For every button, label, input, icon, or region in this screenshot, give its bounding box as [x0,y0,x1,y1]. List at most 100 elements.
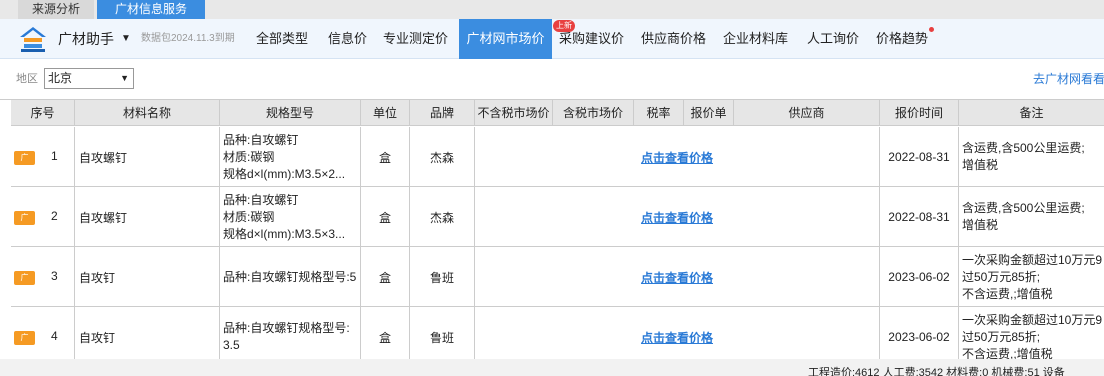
material-name: 自攻螺钉 [75,187,220,247]
price-cell: 点击查看价格 [475,247,880,307]
spec-cell: 品种:自攻螺钉规格型号:5 [220,247,361,307]
remark-cell: 一次采购金额超过10万元9 过50万元85折; 不含运费,;增值税 [959,307,1104,360]
col-header-supplier: 供应商 [734,100,880,126]
remark-line: 不含运费,;增值税 [962,286,1053,301]
brand: 杰森 [410,187,475,247]
nav-guangcai-market-price[interactable]: 广材网市场价 [459,19,552,59]
main-nav-bar: 广材助手 ▼ 数据包2024.11.3到期 全部类型 信息价 专业测定价 广材网… [0,19,1104,59]
tab-guangcai-info-service[interactable]: 广材信息服务 [97,0,205,19]
spec-cell: 品种:自攻螺钉规格型号: 3.5 [220,307,361,359]
nav-price-trend[interactable]: 价格趋势 [876,19,928,59]
row-no-cell: 广 3 [11,247,75,307]
cost-summary: 工程造价:4612 人工费:3542 材料费:0 机械费:51 设备 [808,367,1065,376]
col-header-brand: 品牌 [410,100,475,126]
col-header-no: 序号 [11,100,75,126]
row-no: 3 [51,269,58,283]
nav-all-types[interactable]: 全部类型 [256,19,308,59]
remark-line: 增值税 [962,158,999,172]
status-bar: 工程造价:4612 人工费:3542 材料费:0 机械费:51 设备 [0,364,1104,376]
nav-purchase-suggested-price[interactable]: 采购建议价 [559,19,624,59]
table-header-row: 序号 材料名称 规格型号 单位 品牌 不含税市场价 含税市场价 税率 报价单 供… [11,100,1104,126]
row-no: 4 [51,329,58,343]
spec-line: 品种:自攻螺钉 [223,132,299,147]
go-to-guangcai-link[interactable]: 去广材网看看 [1033,59,1104,99]
material-price-table: 序号 材料名称 规格型号 单位 品牌 不含税市场价 含税市场价 税率 报价单 供… [0,99,1104,359]
guangcai-tag-icon: 广 [14,211,35,225]
remark-line: 一次采购金额超过10万元9 [962,252,1103,267]
col-header-price-excl-tax: 不含税市场价 [475,100,553,126]
filter-row: 地区 北京 ▼ 去广材网看看 [0,59,1104,99]
remark-line: 含运费,含500公里运费; [962,141,1085,155]
nav-professional-price[interactable]: 专业测定价 [383,19,448,59]
row-no-cell: 广 1 [11,127,75,187]
table-row[interactable]: 广 4 自攻钉 品种:自攻螺钉规格型号: 3.5 盒 鲁班 点击查看价格 202… [11,307,1104,359]
table-row[interactable]: 广 3 自攻钉 品种:自攻螺钉规格型号:5 盒 鲁班 点击查看价格 2023-0… [11,247,1104,307]
row-no-cell: 广 4 [11,307,75,359]
app-name[interactable]: 广材助手 [58,19,114,59]
chevron-down-icon[interactable]: ▼ [121,19,131,59]
row-no: 2 [51,209,58,223]
unit: 盒 [361,247,410,307]
col-header-spec: 规格型号 [220,100,361,126]
remark-line: 一次采购金额超过10万元9 [962,312,1103,327]
spec-line: 材质:碳钢 [223,209,275,224]
price-cell: 点击查看价格 [475,127,880,187]
remark-cell: 含运费,含500公里运费; 增值税 [959,127,1104,187]
view-price-link[interactable]: 点击查看价格 [641,149,713,166]
remark-cell: 含运费,含500公里运费; 增值税 [959,187,1104,247]
col-header-price-incl-tax: 含税市场价 [553,100,634,126]
remark-cell: 一次采购金额超过10万元9 过50万元85折; 不含运费,;增值税 [959,247,1104,307]
table-row[interactable]: 广 2 自攻螺钉 品种:自攻螺钉 材质:碳钢 规格d×l(mm):M3.5×3.… [11,187,1104,247]
spec-line: 规格d×l(mm):M3.5×3... [223,226,346,241]
spec-cell: 品种:自攻螺钉 材质:碳钢 规格d×l(mm):M3.5×2... [220,127,361,187]
top-tab-bar: 来源分析 广材信息服务 [0,0,1104,19]
quote-date: 2023-06-02 [880,307,959,359]
remark-line: 过50万元85折; [962,329,1041,344]
remark-line: 含运费,含500公里运费; [962,201,1085,215]
price-cell: 点击查看价格 [475,187,880,247]
nav-supplier-price[interactable]: 供应商价格 [641,19,706,59]
col-header-tax-rate: 税率 [634,100,684,126]
region-select[interactable]: 北京 ▼ [44,68,134,89]
view-price-link[interactable]: 点击查看价格 [641,269,713,286]
remark-line: 增值税 [962,218,999,232]
col-header-unit: 单位 [361,100,410,126]
spec-line: 品种:自攻螺钉规格型号: [223,321,350,335]
nav-enterprise-material-library[interactable]: 企业材料库 [723,19,788,59]
package-expiry-note: 数据包2024.11.3到期 [141,33,235,44]
unit: 盒 [361,127,410,187]
tab-source-analysis[interactable]: 来源分析 [18,0,94,19]
region-value: 北京 [48,71,73,85]
region-label: 地区 [16,73,38,85]
unit: 盒 [361,187,410,247]
brand: 鲁班 [410,307,475,359]
price-cell: 点击查看价格 [475,307,880,359]
guangcai-tag-icon: 广 [14,151,35,165]
guangcai-tag-icon: 广 [14,271,35,285]
guangcai-tag-icon: 广 [14,331,35,345]
col-header-material-name: 材料名称 [75,100,220,126]
quote-date: 2022-08-31 [880,127,959,187]
notification-dot [929,27,934,32]
material-name: 自攻螺钉 [75,127,220,187]
chevron-down-icon: ▼ [120,73,129,83]
remark-line: 不含运费,;增值税 [962,346,1053,360]
guangcai-logo-icon [20,27,46,52]
quote-date: 2022-08-31 [880,187,959,247]
view-price-link[interactable]: 点击查看价格 [641,209,713,226]
spec-line: 品种:自攻螺钉规格型号:5 [223,269,357,284]
nav-info-price[interactable]: 信息价 [328,19,367,59]
brand: 杰森 [410,127,475,187]
material-name: 自攻钉 [75,307,220,359]
table-row[interactable]: 广 1 自攻螺钉 品种:自攻螺钉 材质:碳钢 规格d×l(mm):M3.5×2.… [11,127,1104,187]
spec-line: 品种:自攻螺钉 [223,192,299,207]
spec-cell: 品种:自攻螺钉 材质:碳钢 规格d×l(mm):M3.5×3... [220,187,361,247]
view-price-link[interactable]: 点击查看价格 [641,329,713,346]
unit: 盒 [361,307,410,359]
row-no: 1 [51,149,58,163]
spec-line: 规格d×l(mm):M3.5×2... [223,166,346,181]
col-header-remark: 备注 [1019,106,1044,120]
nav-manual-inquiry[interactable]: 人工询价 [807,19,859,59]
brand: 鲁班 [410,247,475,307]
col-header-quote-date: 报价时间 [880,100,959,126]
